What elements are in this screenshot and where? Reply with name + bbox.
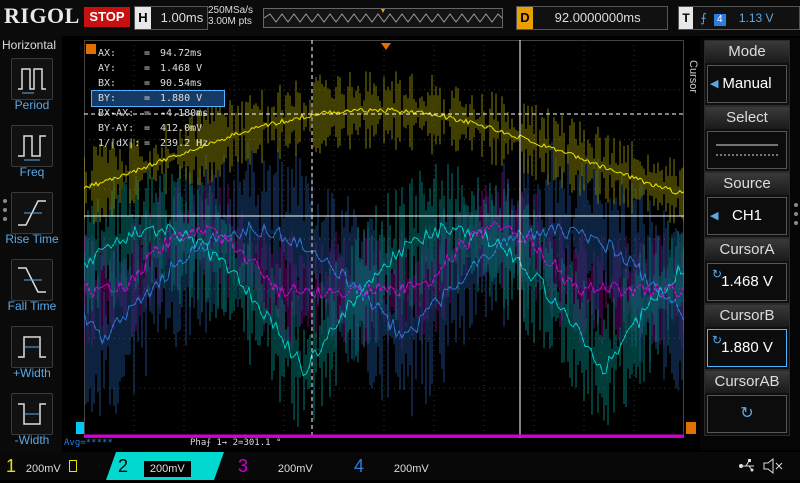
cursor-b-value: 1.880 V <box>721 339 773 356</box>
period-icon <box>12 59 52 99</box>
channel-1-coupling-icon <box>69 460 77 472</box>
readout-bx: BX: = 90.54ms <box>92 76 224 91</box>
menu-page-dots-right <box>792 200 800 235</box>
timebase-value: 1.00ms <box>161 10 204 25</box>
channel-1-number: 1 <box>0 452 22 480</box>
horizontal-measure-panel: Horizontal Period Freq Rise Time Fall Ti… <box>0 36 62 456</box>
channel-2-scale: 200mV <box>144 461 191 477</box>
readout-inv-dx: 1/|dX|: = 239.2 Hz <box>92 136 224 151</box>
knob-icon: ↻ <box>712 256 722 292</box>
mode-value-box: ◀ Manual <box>707 65 787 103</box>
trigger-label: T <box>679 7 693 29</box>
panel-title: Horizontal <box>2 38 56 52</box>
freq-label: Freq <box>0 165 64 179</box>
brand-logo: RIGOL <box>4 3 80 29</box>
readout-by-ay: BY-AY: = 412.0mV <box>92 121 224 136</box>
cursor-ab-softkey[interactable]: CursorAB ↻ <box>704 370 790 436</box>
channel-4-tab[interactable]: 4 200mV <box>348 452 458 480</box>
select-title: Select <box>705 107 789 129</box>
speaker-mute-icon[interactable] <box>762 457 784 480</box>
trigger-level: 1.13 V <box>739 11 774 25</box>
channel-4-number: 4 <box>348 452 370 480</box>
run-stop-indicator[interactable]: STOP <box>84 7 130 27</box>
channel-3-number: 3 <box>232 452 254 480</box>
rise-time-button[interactable] <box>11 192 53 234</box>
cursor-a-softkey[interactable]: CursorA ↻ 1.468 V <box>704 238 790 304</box>
select-softkey[interactable]: Select <box>704 106 790 172</box>
cursor-readout-box: AX: = 94.72ms AY: = 1.468 V BX: = 90.54ms BY: =… <box>92 46 224 151</box>
trigger-channel-badge: 4 <box>714 14 726 26</box>
mode-value: Manual <box>722 75 771 92</box>
freq-button[interactable] <box>11 125 53 167</box>
sample-rate: 250MSa/s <box>208 5 253 16</box>
channel-2-tab[interactable]: 2 200mV <box>106 452 224 480</box>
timebase-label: H <box>135 7 151 29</box>
delay-label: D <box>517 7 533 29</box>
channel-3-scale: 200mV <box>278 463 313 475</box>
acquisition-info: 250MSa/s 3.00M pts <box>208 5 253 27</box>
mode-softkey[interactable]: Mode ◀ Manual <box>704 40 790 106</box>
cursor-a-value: 1.468 V <box>721 273 773 290</box>
source-softkey[interactable]: Source ◀ CH1 <box>704 172 790 238</box>
left-arrow-icon: ◀ <box>710 66 718 102</box>
fall-time-button[interactable] <box>11 259 53 301</box>
readout-ax: AX: = 94.72ms <box>92 46 224 61</box>
menu-vertical-title: Cursor <box>687 60 699 93</box>
readout-bx-ax: BX-AX: = -4.180ms <box>92 106 224 121</box>
channel-bar: 1 200mV 2 200mV 3 200mV 4 200mV <box>0 452 800 480</box>
cursor-b-softkey[interactable]: CursorB ↻ 1.880 V <box>704 304 790 370</box>
delay-box[interactable]: D 92.0000000ms <box>516 6 668 30</box>
mode-title: Mode <box>705 41 789 63</box>
negative-width-icon <box>12 394 52 434</box>
negative-width-label: -Width <box>0 433 64 447</box>
status-line: Avg=***** Pha⨍ 1→ 2=301.1 ° <box>62 438 700 450</box>
average-status: Avg=***** <box>64 438 113 448</box>
timebase-box[interactable]: H 1.00ms <box>134 6 208 30</box>
select-lines-icon <box>707 131 787 169</box>
channel-4-scale: 200mV <box>394 463 429 475</box>
memory-overview-strip[interactable] <box>263 8 503 28</box>
source-title: Source <box>705 173 789 195</box>
channel-2-number: 2 <box>112 452 134 480</box>
memory-depth: 3.00M pts <box>208 16 253 27</box>
source-value-box: ◀ CH1 <box>707 197 787 235</box>
cursor-a-value-box: ↻ 1.468 V <box>707 263 787 301</box>
trigger-edge-icon: ⨍ <box>700 11 706 25</box>
rise-time-icon <box>12 193 52 233</box>
delay-marker <box>381 38 391 56</box>
rise-time-label: Rise Time <box>0 232 64 246</box>
cursor-ab-value-box: ↻ <box>707 395 787 433</box>
knob-icon: ↻ <box>712 322 722 358</box>
positive-width-button[interactable] <box>11 326 53 368</box>
cursor-b-value-box: ↻ 1.880 V <box>707 329 787 367</box>
freq-icon <box>12 126 52 166</box>
period-button[interactable] <box>11 58 53 100</box>
fall-time-label: Fall Time <box>0 299 64 313</box>
period-label: Period <box>0 98 64 112</box>
left-arrow-icon: ◀ <box>710 198 718 234</box>
trigger-box[interactable]: T ⨍ 4 1.13 V <box>678 6 800 30</box>
phase-measurement: Pha⨍ 1→ 2=301.1 ° <box>190 438 281 448</box>
readout-ay: AY: = 1.468 V <box>92 61 224 76</box>
channel-3-tab[interactable]: 3 200mV <box>232 452 342 480</box>
channel-1-scale: 200mV <box>26 463 61 475</box>
knob-icon: ↻ <box>740 405 753 422</box>
positive-width-icon <box>12 327 52 367</box>
source-value: CH1 <box>732 207 762 224</box>
readout-by: BY: = 1.880 V <box>92 91 224 106</box>
trigger-level-marker <box>686 422 696 434</box>
positive-width-label: +Width <box>0 366 64 380</box>
cursor-ab-title: CursorAB <box>705 371 789 393</box>
menu-page-dots <box>2 196 10 231</box>
ch-ground-marker <box>76 422 84 434</box>
channel-1-tab[interactable]: 1 200mV <box>0 452 104 480</box>
usb-icon <box>738 458 756 479</box>
fall-time-icon <box>12 260 52 300</box>
delay-value: 92.0000000ms <box>555 10 641 25</box>
negative-width-button[interactable] <box>11 393 53 435</box>
